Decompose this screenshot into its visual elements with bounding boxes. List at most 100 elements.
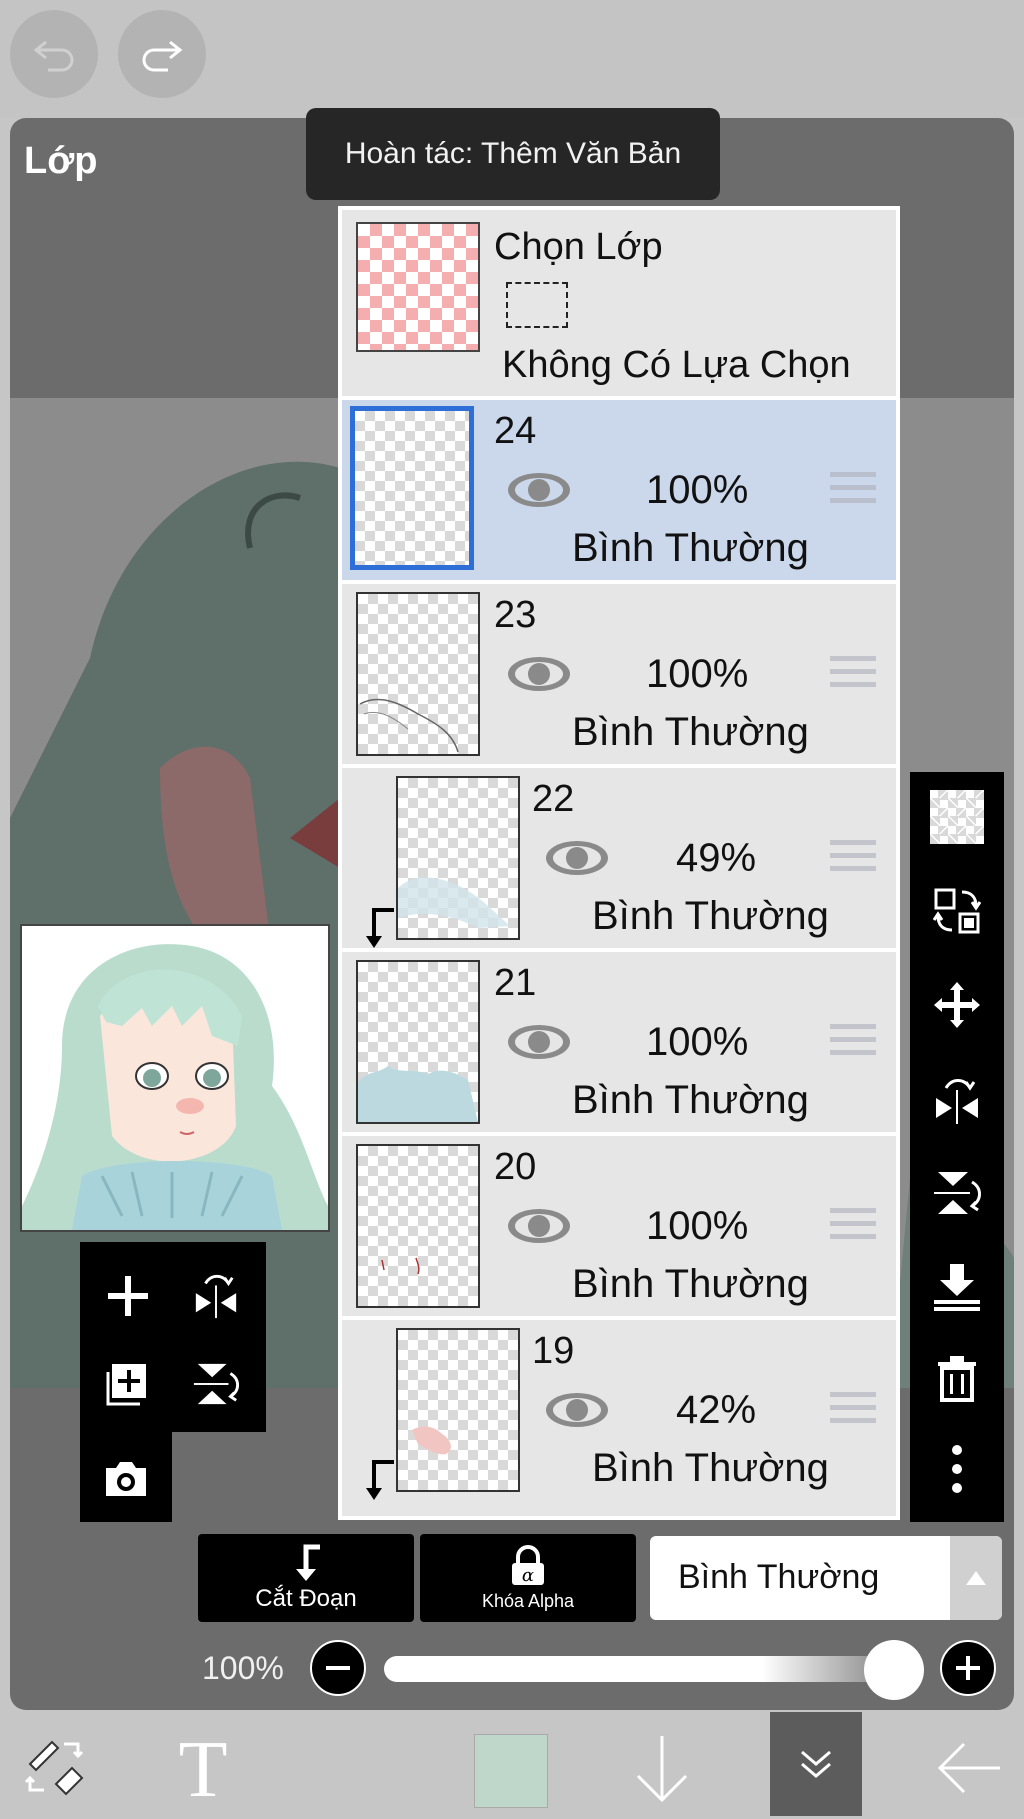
- text-tool-icon[interactable]: T: [172, 1732, 234, 1802]
- drag-handle-icon[interactable]: [830, 1022, 876, 1058]
- layer-opacity: 100%: [646, 468, 749, 512]
- blend-mode-dropdown[interactable]: [950, 1536, 1002, 1620]
- layer-blend-mode: Bình Thường: [572, 526, 809, 570]
- selection-layer-title: Chọn Lớp: [494, 226, 663, 268]
- selection-status: Không Có Lựa Chọn: [502, 344, 851, 386]
- alpha-lock-button[interactable]: α Khóa Alpha: [420, 1534, 636, 1622]
- clipping-arrow-icon: [366, 1460, 394, 1500]
- svg-text:T: T: [179, 1732, 228, 1802]
- layer-thumbnail: [356, 960, 480, 1124]
- arrow-down-icon[interactable]: [632, 1732, 692, 1806]
- plus-icon: [956, 1656, 980, 1680]
- redo-button[interactable]: [118, 10, 206, 98]
- lock-icon: α: [512, 1544, 544, 1586]
- preview-artwork: [22, 926, 328, 1230]
- svg-text:α: α: [522, 1565, 534, 1586]
- flip-horizontal-icon[interactable]: [192, 1272, 240, 1320]
- visibility-eye-icon[interactable]: [506, 1022, 572, 1062]
- opacity-value: 100%: [202, 1650, 284, 1686]
- layer-number: 23: [494, 594, 537, 636]
- drag-handle-icon[interactable]: [830, 1206, 876, 1242]
- opacity-increase-button[interactable]: [940, 1640, 996, 1696]
- layer-opacity: 49%: [676, 836, 757, 880]
- undo-button[interactable]: [10, 10, 98, 98]
- layer-row-20[interactable]: 20 100% Bình Thường: [342, 1136, 896, 1316]
- right-toolbar: [910, 772, 1004, 1522]
- visibility-eye-icon[interactable]: [506, 1206, 572, 1246]
- transparency-icon[interactable]: [930, 790, 984, 844]
- layer-number: 22: [532, 778, 575, 820]
- clipping-button[interactable]: Cắt Đoạn: [198, 1534, 414, 1622]
- transform-tools-icon[interactable]: [22, 1734, 88, 1800]
- drag-handle-icon[interactable]: [830, 838, 876, 874]
- back-icon[interactable]: [934, 1738, 1004, 1798]
- blend-mode-value: Bình Thường: [678, 1558, 880, 1596]
- layer-thumbnail: [356, 1144, 480, 1308]
- flip-vertical-icon[interactable]: [932, 1168, 982, 1218]
- layer-row-24[interactable]: 24 100% Bình Thường: [342, 400, 896, 580]
- layer-opacity: 100%: [646, 1204, 749, 1248]
- layer-blend-mode: Bình Thường: [572, 1262, 809, 1306]
- selection-thumbnail: [356, 222, 480, 352]
- flip-vertical-icon[interactable]: [192, 1360, 240, 1408]
- undo-icon: [33, 40, 74, 72]
- visibility-eye-icon[interactable]: [544, 838, 610, 878]
- panel-title: Lớp: [24, 140, 98, 182]
- layer-thumbnail: [396, 776, 520, 940]
- layer-thumbnail: [350, 406, 474, 570]
- undo-tooltip: Hoàn tác: Thêm Văn Bản: [306, 108, 720, 200]
- trash-icon[interactable]: [932, 1354, 982, 1404]
- drag-handle-icon[interactable]: [830, 654, 876, 690]
- triangle-up-icon: [966, 1571, 986, 1585]
- layer-number: 24: [494, 410, 537, 452]
- visibility-eye-icon[interactable]: [506, 654, 572, 694]
- clipping-label: Cắt Đoạn: [255, 1585, 357, 1612]
- swap-layers-icon[interactable]: [932, 886, 982, 936]
- add-copy-icon[interactable]: [104, 1360, 152, 1408]
- layer-number: 19: [532, 1330, 575, 1372]
- selection-layer-row[interactable]: Chọn Lớp Không Có Lựa Chọn: [342, 210, 896, 396]
- merge-down-icon[interactable]: [932, 1262, 982, 1312]
- more-icon[interactable]: [932, 1444, 982, 1494]
- selection-marquee-icon: [506, 282, 568, 328]
- layer-number: 20: [494, 1146, 537, 1188]
- layers-button[interactable]: [770, 1712, 862, 1816]
- layer-number: 21: [494, 962, 537, 1004]
- layer-thumbnail: [396, 1328, 520, 1492]
- layer-thumbnail: [356, 592, 480, 756]
- layer-blend-mode: Bình Thường: [572, 710, 809, 754]
- color-swatch[interactable]: [474, 1734, 548, 1808]
- add-layer-icon[interactable]: [104, 1272, 152, 1320]
- move-icon[interactable]: [932, 980, 982, 1030]
- visibility-eye-icon[interactable]: [544, 1390, 610, 1430]
- bottom-toolbar: T: [0, 1710, 1024, 1819]
- minus-icon: [326, 1666, 350, 1670]
- layer-row-22[interactable]: 22 49% Bình Thường: [342, 768, 896, 948]
- top-bar: [0, 0, 1024, 118]
- layer-opacity: 42%: [676, 1388, 757, 1432]
- opacity-slider[interactable]: [384, 1656, 924, 1682]
- clipping-arrow-icon: [366, 908, 394, 948]
- visibility-eye-icon[interactable]: [506, 470, 572, 510]
- blend-mode-select[interactable]: Bình Thường: [650, 1536, 1002, 1620]
- layer-blend-mode: Bình Thường: [592, 894, 829, 938]
- layer-opacity: 100%: [646, 652, 749, 696]
- opacity-slider-thumb[interactable]: [864, 1640, 924, 1700]
- alpha-lock-label: Khóa Alpha: [481, 1590, 575, 1611]
- layers-collapse-icon: [801, 1750, 831, 1778]
- left-tool-panel: [80, 1242, 266, 1522]
- flip-horizontal-icon[interactable]: [932, 1076, 982, 1126]
- canvas-preview[interactable]: [20, 924, 330, 1232]
- layer-blend-mode: Bình Thường: [592, 1446, 829, 1490]
- layer-row-19[interactable]: 19 42% Bình Thường: [342, 1320, 896, 1516]
- clipping-arrow-icon: [296, 1544, 320, 1581]
- layer-row-21[interactable]: 21 100% Bình Thường: [342, 952, 896, 1132]
- layer-row-23[interactable]: 23 100% Bình Thường: [342, 584, 896, 764]
- camera-icon[interactable]: [102, 1454, 150, 1502]
- drag-handle-icon[interactable]: [830, 470, 876, 506]
- opacity-decrease-button[interactable]: [310, 1640, 366, 1696]
- layer-blend-mode: Bình Thường: [572, 1078, 809, 1122]
- redo-icon: [142, 40, 183, 72]
- layer-opacity: 100%: [646, 1020, 749, 1064]
- drag-handle-icon[interactable]: [830, 1390, 876, 1426]
